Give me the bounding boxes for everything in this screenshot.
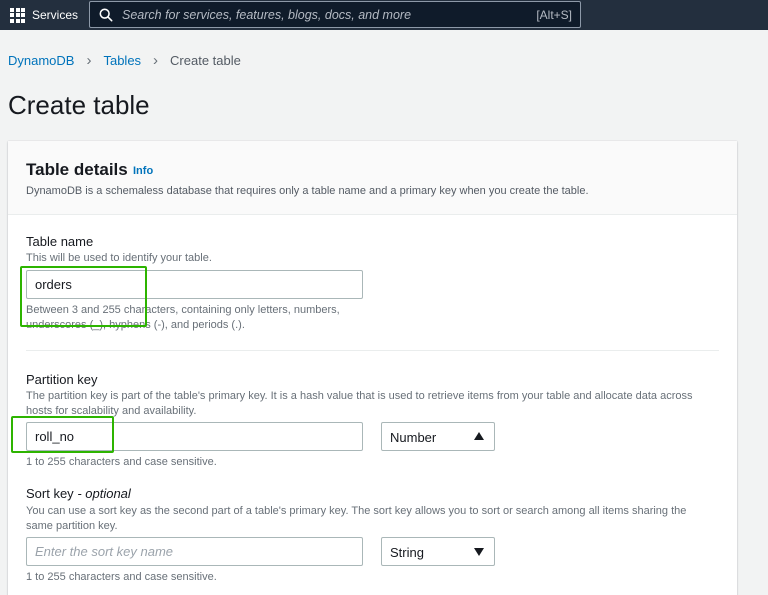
table-name-label: Table name <box>26 234 94 249</box>
partition-key-description: The partition key is part of the table's… <box>26 390 693 417</box>
services-label: Services <box>32 8 79 22</box>
table-name-input[interactable] <box>26 270 363 299</box>
sort-key-description: You can use a sort key as the second par… <box>26 505 687 532</box>
sort-key-type-value: String <box>390 545 424 560</box>
chevron-right-icon: › <box>153 52 159 69</box>
services-menu-button[interactable]: Services <box>10 5 78 25</box>
breadcrumb-current: Create table <box>170 53 241 68</box>
sort-key-constraint: 1 to 255 characters and case sensitive. <box>26 571 217 583</box>
table-name-description: This will be used to identify your table… <box>26 252 212 264</box>
search-shortcut-hint: [Alt+S] <box>536 8 572 22</box>
partition-key-type-value: Number <box>390 430 437 445</box>
sort-key-input[interactable] <box>26 537 363 566</box>
sort-key-optional-label: - optional <box>77 486 131 501</box>
partition-key-type-select[interactable]: Number <box>381 422 495 451</box>
breadcrumb-dynamodb[interactable]: DynamoDB <box>8 53 74 68</box>
partition-key-label: Partition key <box>26 372 98 387</box>
breadcrumb-tables[interactable]: Tables <box>103 53 141 68</box>
global-search-input[interactable]: Search for services, features, blogs, do… <box>89 1 581 28</box>
partition-key-constraint: 1 to 255 characters and case sensitive. <box>26 456 217 468</box>
panel-header: Table details Info DynamoDB is a schemal… <box>8 141 737 215</box>
panel-title: Table details <box>26 160 128 179</box>
breadcrumb: DynamoDB › Tables › Create table <box>8 53 241 68</box>
info-link[interactable]: Info <box>133 165 153 177</box>
sort-key-label-text: Sort key <box>26 486 74 501</box>
caret-down-icon <box>474 548 484 556</box>
section-divider <box>26 350 719 351</box>
sort-key-label: Sort key - optional <box>26 486 131 501</box>
caret-up-icon <box>474 432 484 440</box>
search-placeholder: Search for services, features, blogs, do… <box>122 8 412 22</box>
panel-description: DynamoDB is a schemaless database that r… <box>26 185 589 197</box>
chevron-right-icon: › <box>86 52 92 69</box>
table-details-panel: Table details Info DynamoDB is a schemal… <box>8 141 737 595</box>
search-icon <box>99 8 113 22</box>
partition-key-input[interactable] <box>26 422 363 451</box>
grid-icon <box>10 7 25 23</box>
page-title: Create table <box>8 90 150 120</box>
sort-key-type-select[interactable]: String <box>381 537 495 566</box>
table-name-constraint: Between 3 and 255 characters, containing… <box>26 304 340 331</box>
top-navigation-bar: Services Search for services, features, … <box>0 0 768 30</box>
